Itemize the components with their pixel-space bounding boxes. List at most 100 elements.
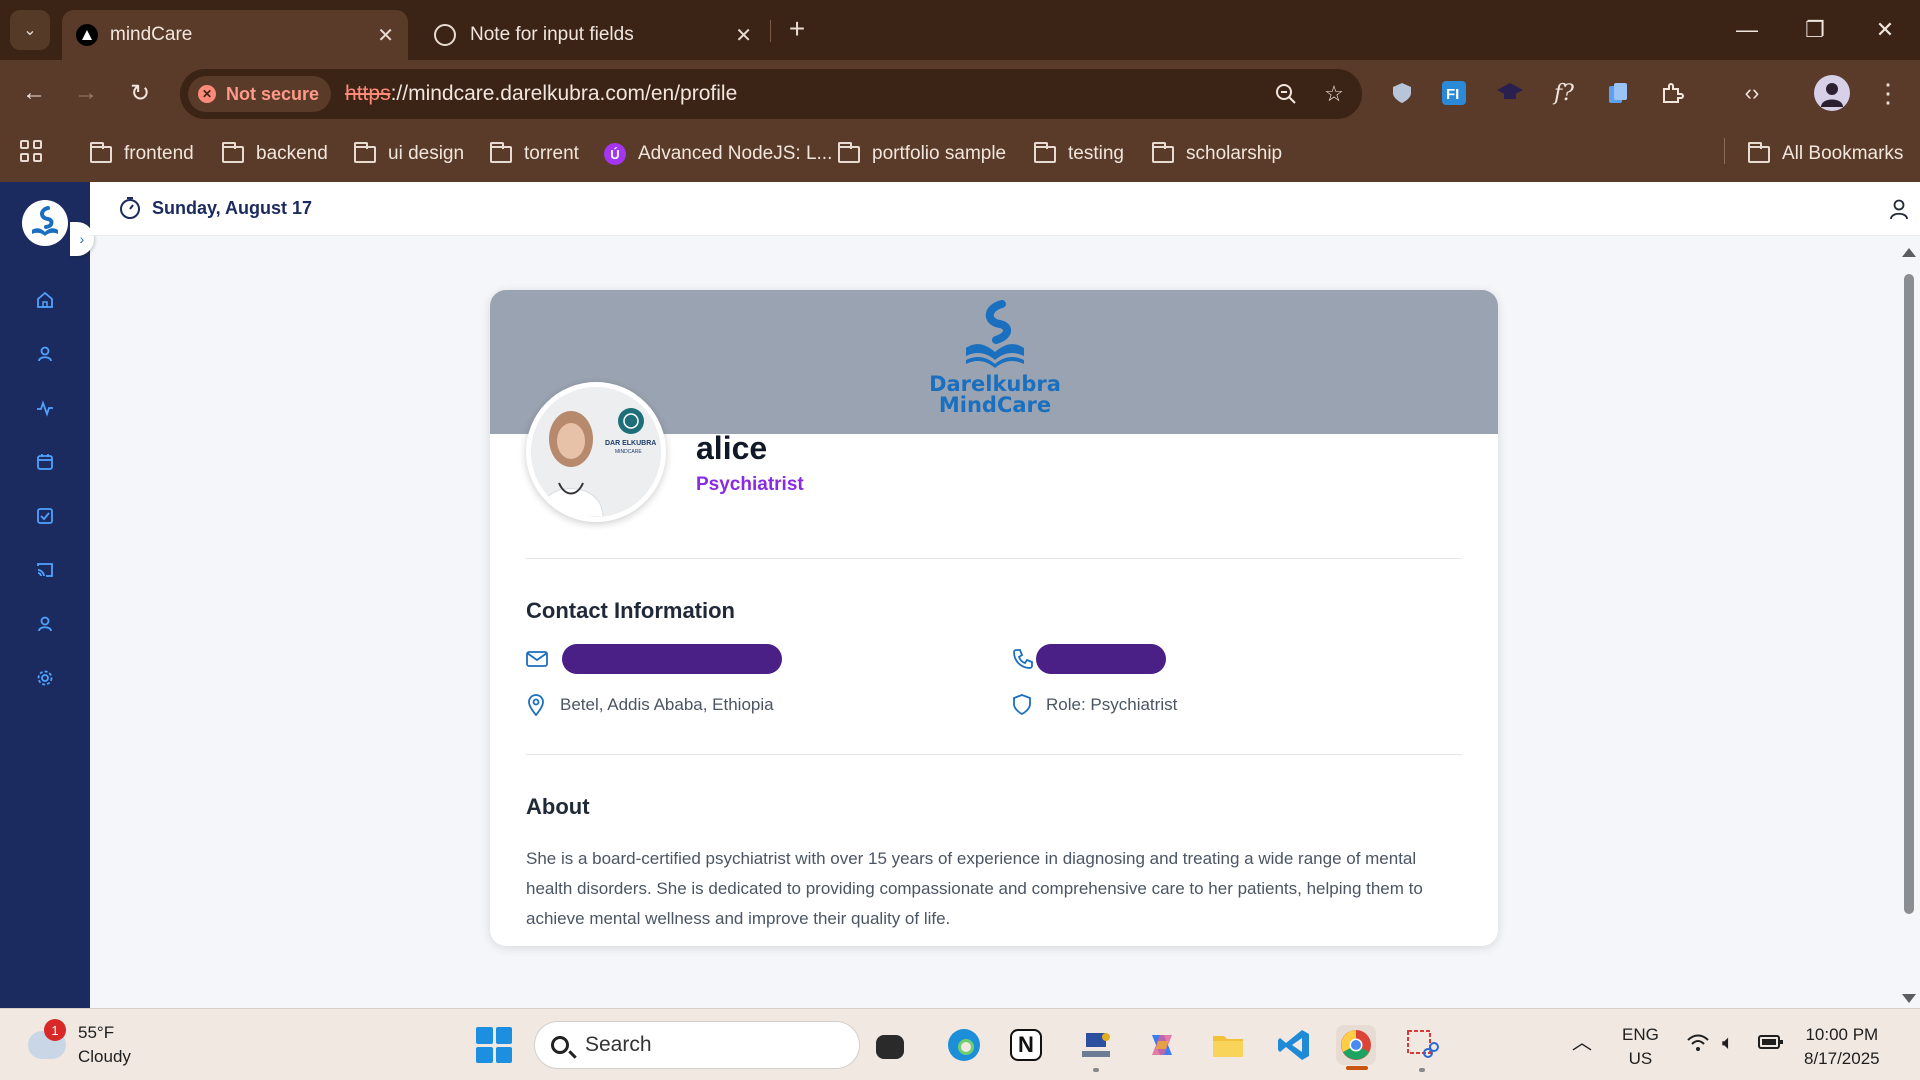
check-square-icon[interactable] [33,504,57,528]
folder-icon [1152,141,1174,163]
chrome-active-indicator [1346,1066,1368,1070]
bookmark-label: torrent [524,143,579,164]
forward-button[interactable]: → [66,73,106,113]
role-text: Role: Psychiatrist [1046,695,1178,714]
home-icon[interactable] [33,288,57,312]
contact-heading: Contact Information [526,598,735,623]
tab-close-icon[interactable]: ✕ [377,23,394,48]
tab-title: mindCare [110,24,193,45]
lang-line-2: US [1628,1049,1653,1068]
volume-muted-icon[interactable]: 🔈︎ [1722,1031,1734,1055]
search-icon [551,1036,569,1054]
tab-title: Note for input fields [470,24,634,45]
bookmark-advanced-nodejs[interactable]: Ú Advanced NodeJS: L... [604,140,832,168]
wifi-icon[interactable] [1686,1033,1710,1060]
battery-icon[interactable] [1758,1033,1784,1058]
bookmark-label: frontend [124,143,194,164]
graduation-cap-extension-icon[interactable] [1492,75,1528,111]
new-tab-button[interactable]: + [780,12,814,46]
bookmark-portfolio-sample[interactable]: portfolio sample [838,140,1006,168]
doctor-portrait-icon: DAR ELKUBRA MINDCARE [531,387,661,517]
email-info [526,650,562,668]
edge-browser-icon[interactable] [944,1025,984,1065]
calendar-icon[interactable] [33,450,57,474]
vscode-icon[interactable] [1274,1025,1314,1065]
apps-grid-icon[interactable] [20,140,42,162]
app-logo-icon[interactable] [22,200,68,246]
tab-mindcare[interactable]: mindCare ✕ [62,10,408,60]
tray-overflow-chevron-icon[interactable]: ︿ [1572,1031,1592,1055]
tab-note-for-input-fields[interactable]: Note for input fields ✕ [420,10,766,60]
close-window-button[interactable]: ✕ [1860,10,1910,50]
bookmark-ui-design[interactable]: ui design [354,140,464,168]
file-explorer-icon[interactable] [1208,1025,1248,1065]
profile-name: alice [696,430,768,466]
bookmark-scholarship[interactable]: scholarship [1152,140,1282,168]
search-placeholder: Search [585,1033,652,1056]
scroll-up-arrow-icon[interactable] [1902,248,1916,257]
scroll-thumb[interactable] [1904,274,1914,914]
network-computer-icon[interactable] [1076,1025,1116,1065]
folder-icon [222,141,244,163]
profile-user-icon[interactable] [33,612,57,636]
taskbar-search[interactable]: Search [534,1021,860,1069]
bookmark-star-icon[interactable]: ☆ [1314,74,1354,114]
running-indicator [1093,1068,1099,1072]
profile-avatar: DAR ELKUBRA MINDCARE [526,382,666,522]
brand-logo-icon [966,300,1024,368]
bookmark-torrent[interactable]: torrent [490,140,579,168]
address-bar[interactable]: ✕ Not secure https://mindcare.darelkubra… [180,69,1362,119]
url-scheme: https [345,82,391,105]
mindcare-favicon-icon [76,24,98,46]
formula-extension-icon[interactable]: f? [1546,75,1582,111]
bookmark-testing[interactable]: testing [1034,140,1124,168]
copy-extension-icon[interactable] [1600,75,1636,111]
date-display: Sunday, August 17 [118,196,312,220]
back-button[interactable]: ← [14,73,54,113]
weather-widget[interactable]: 1 55°F Cloudy [28,1019,131,1069]
tab-close-icon[interactable]: ✕ [735,23,752,48]
svg-text:FI: FI [1446,86,1459,103]
profile-avatar-icon[interactable] [1814,75,1850,111]
minimize-button[interactable]: — [1722,10,1772,50]
security-chip[interactable]: ✕ Not secure [188,76,332,112]
bookmark-frontend[interactable]: frontend [90,140,194,168]
mail-icon [526,651,548,667]
bookmark-label: portfolio sample [872,143,1007,164]
clock[interactable]: 10:00 PM 8/17/2025 [1804,1023,1880,1071]
bookmark-backend[interactable]: backend [222,140,328,168]
avatar-brand-subtext: MINDCARE [615,449,642,455]
scroll-down-arrow-icon[interactable] [1902,994,1916,1003]
folder-icon [90,141,112,163]
fi-extension-icon[interactable]: FI [1436,75,1472,111]
devtools-code-icon[interactable]: ‹› [1734,75,1770,111]
windows-start-icon[interactable] [476,1027,512,1063]
all-bookmarks[interactable]: All Bookmarks [1748,140,1903,168]
url-text[interactable]: https://mindcare.darelkubra.com/en/profi… [345,82,1266,106]
language-indicator[interactable]: ENG US [1622,1023,1659,1071]
cast-icon[interactable] [33,558,57,582]
task-view-icon[interactable] [876,1035,904,1059]
tab-search-button[interactable]: ⌄ [10,10,50,50]
notion-icon[interactable]: N [1010,1029,1042,1061]
not-secure-icon: ✕ [198,85,216,103]
weather-condition: Cloudy [78,1047,131,1066]
account-user-icon[interactable] [1888,198,1910,220]
sidebar: › [0,182,94,1008]
extensions-puzzle-icon[interactable] [1654,75,1690,111]
zoom-icon[interactable] [1266,74,1306,114]
settings-icon[interactable] [33,666,57,690]
chrome-icon[interactable] [1336,1025,1376,1065]
user-icon[interactable] [33,342,57,366]
restore-button[interactable]: ❐ [1790,10,1840,50]
copilot-icon[interactable] [1142,1025,1182,1065]
map-pin-icon [528,694,544,716]
folder-icon [1034,141,1056,163]
cloud-icon: 1 [28,1019,66,1059]
reload-button[interactable]: ↻ [120,73,160,113]
activity-icon[interactable] [33,396,57,420]
current-date: Sunday, August 17 [152,197,313,218]
shield-extension-icon[interactable] [1384,75,1420,111]
browser-menu-icon[interactable]: ⋮ [1870,75,1906,111]
snipping-tool-icon[interactable] [1402,1025,1442,1065]
